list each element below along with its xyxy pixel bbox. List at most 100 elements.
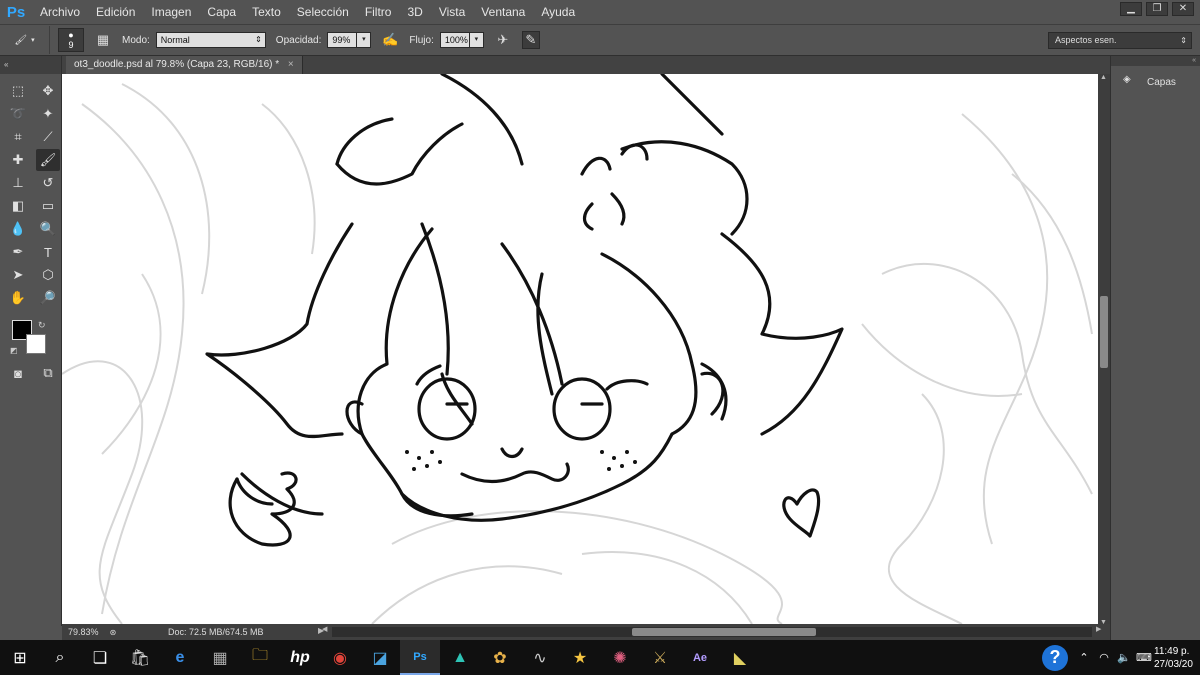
clock[interactable]: 11:49 p. 27/03/20 xyxy=(1154,645,1200,671)
character-lineart xyxy=(205,74,844,547)
layers-panel-button[interactable]: ◈ Capas xyxy=(1111,66,1200,90)
app-pinwheel-icon[interactable]: ✺ xyxy=(600,640,640,675)
toolbox-collapse-icon[interactable]: « xyxy=(0,56,61,74)
document-tab[interactable]: ot3_doodle.psd al 79.8% (Capa 23, RGB/16… xyxy=(66,56,303,74)
path-select-icon[interactable]: ➤ xyxy=(6,264,30,286)
scroll-up-icon[interactable]: ▲ xyxy=(1100,74,1107,81)
toolbox: « ⬚ ✥ ➰ ✦ ⌗ ⟋ ✚ 🖌 ⊥ ↺ ◧ ▭ 💧 🔍 ✒ T ➤ ⬡ ✋ … xyxy=(0,56,62,626)
windows-start-icon[interactable]: ⊞ xyxy=(0,640,40,675)
menu-seleccion[interactable]: Selección xyxy=(289,0,357,24)
minimize-icon[interactable]: ▁ xyxy=(1120,2,1142,16)
menu-ventana[interactable]: Ventana xyxy=(473,0,533,24)
eyedropper-icon[interactable]: ⟋ xyxy=(36,126,60,148)
brush-icon: 🖌 xyxy=(14,34,28,46)
app-teal-icon[interactable]: ▲ xyxy=(440,640,480,675)
crop-tool-icon[interactable]: ⌗ xyxy=(6,126,30,148)
app-blue-icon[interactable]: ◪ xyxy=(360,640,400,675)
calculator-icon[interactable]: ▦ xyxy=(200,640,240,675)
workspace-select[interactable]: Aspectos esen. ⇕ xyxy=(1048,32,1192,49)
canvas[interactable] xyxy=(62,74,1098,624)
close-tab-icon[interactable]: × xyxy=(288,59,294,70)
history-brush-icon[interactable]: ↺ xyxy=(36,172,60,194)
move-tool-icon[interactable]: ✥ xyxy=(36,80,60,102)
app-flower-icon[interactable]: ✿ xyxy=(480,640,520,675)
brush-tool-icon[interactable]: 🖌 xyxy=(36,149,60,171)
zoom-tool-icon[interactable]: 🔎 xyxy=(36,287,60,309)
store-icon[interactable]: 🛍 xyxy=(120,640,160,675)
chrome-icon[interactable]: ◉ xyxy=(320,640,360,675)
brush-panel-icon[interactable]: ▦ xyxy=(94,31,112,49)
brush-size-picker[interactable]: ● 9 xyxy=(58,28,84,52)
pressure-size-icon[interactable]: ✎ xyxy=(521,31,540,49)
zoom-level[interactable]: 79.83% xyxy=(62,627,106,637)
status-bar: 79.83% ⊛ Doc: 72.5 MB/674.5 MB ▶ ◀ ▶ xyxy=(62,624,1110,640)
flow-dropdown[interactable]: ▾ xyxy=(469,32,484,48)
mode-value: Normal xyxy=(160,35,190,45)
default-colors-icon[interactable]: ◩ xyxy=(10,346,18,355)
app-logo: Ps xyxy=(6,3,26,21)
flow-input[interactable]: 100% xyxy=(439,32,470,48)
quick-mask-icon[interactable]: ◙ xyxy=(6,362,30,384)
file-explorer-icon[interactable]: 🗀 xyxy=(240,640,280,675)
type-tool-icon[interactable]: T xyxy=(36,241,60,263)
restore-icon[interactable]: ❐ xyxy=(1146,2,1168,16)
airbrush-icon[interactable]: ✈ xyxy=(494,31,512,49)
opacity-input[interactable]: 99% xyxy=(327,32,358,48)
eraser-tool-icon[interactable]: ◧ xyxy=(6,195,30,217)
horizontal-scroll-thumb[interactable] xyxy=(632,628,816,636)
marquee-tool-icon[interactable]: ⬚ xyxy=(6,80,30,102)
task-view-icon[interactable]: ❏ xyxy=(80,640,120,675)
stamp-tool-icon[interactable]: ⊥ xyxy=(6,172,30,194)
opacity-dropdown[interactable]: ▾ xyxy=(357,32,372,48)
menu-capa[interactable]: Capa xyxy=(199,0,244,24)
hp-icon[interactable]: hp xyxy=(280,640,320,675)
lasso-tool-icon[interactable]: ➰ xyxy=(6,103,30,125)
menu-archivo[interactable]: Archivo xyxy=(32,0,88,24)
magic-wand-icon[interactable]: ✦ xyxy=(36,103,60,125)
blur-tool-icon[interactable]: 💧 xyxy=(6,218,30,240)
dodge-tool-icon[interactable]: 🔍 xyxy=(36,218,60,240)
menu-vista[interactable]: Vista xyxy=(431,0,473,24)
gradient-tool-icon[interactable]: ▭ xyxy=(36,195,60,217)
keyboard-icon[interactable]: ⌨ xyxy=(1134,651,1154,664)
menu-filtro[interactable]: Filtro xyxy=(357,0,400,24)
menu-imagen[interactable]: Imagen xyxy=(143,0,199,24)
shape-tool-icon[interactable]: ⬡ xyxy=(36,264,60,286)
volume-icon[interactable]: 🔈 xyxy=(1114,651,1134,664)
swap-colors-icon[interactable]: ↻ xyxy=(38,320,46,331)
league-icon[interactable]: ⚔ xyxy=(640,640,680,675)
pen-tool-icon[interactable]: ✒ xyxy=(6,241,30,263)
vertical-scroll-thumb[interactable] xyxy=(1100,296,1108,368)
menu-ayuda[interactable]: Ayuda xyxy=(533,0,583,24)
chevron-up-icon[interactable]: ⌃ xyxy=(1074,651,1094,664)
hand-tool-icon[interactable]: ✋ xyxy=(6,287,30,309)
menu-edicion[interactable]: Edición xyxy=(88,0,143,24)
edge-icon[interactable]: e xyxy=(160,640,200,675)
vertical-scrollbar[interactable]: ▲ ▼ xyxy=(1098,74,1110,626)
wifi-icon[interactable]: ◠ xyxy=(1094,651,1114,664)
search-icon[interactable]: ⌕ xyxy=(40,640,80,675)
after-effects-icon[interactable]: Ae xyxy=(680,640,720,675)
horizontal-scrollbar[interactable] xyxy=(332,627,1092,637)
help-icon[interactable]: ? xyxy=(1042,644,1068,671)
screen-mode-icon[interactable]: ⧉ xyxy=(36,362,60,384)
tool-preset-picker[interactable]: 🖌 ▾ xyxy=(0,26,50,54)
app-swirl-icon[interactable]: ∿ xyxy=(520,640,560,675)
system-tray: ? ⌃ ◠ 🔈 ⌨ 11:49 p. 27/03/20 xyxy=(1042,640,1200,675)
app-star-icon[interactable]: ★ xyxy=(560,640,600,675)
panel-collapse-icon[interactable]: « xyxy=(1111,56,1200,66)
pressure-opacity-icon[interactable]: ✍ xyxy=(381,31,399,49)
scroll-left-icon[interactable]: ◀ xyxy=(322,625,327,633)
layers-label: Capas xyxy=(1147,76,1176,88)
workspace-value: Aspectos esen. xyxy=(1055,35,1117,45)
menu-texto[interactable]: Texto xyxy=(244,0,289,24)
photoshop-taskbar-icon[interactable]: Ps xyxy=(400,640,440,675)
menu-3d[interactable]: 3D xyxy=(399,0,430,24)
mode-select[interactable]: Normal ⇕ xyxy=(155,32,266,48)
background-color-swatch[interactable] xyxy=(26,334,46,354)
close-icon[interactable]: ✕ xyxy=(1172,2,1194,16)
healing-brush-icon[interactable]: ✚ xyxy=(6,149,30,171)
scroll-right-icon[interactable]: ▶ xyxy=(1096,625,1101,633)
app-folder-icon[interactable]: ◣ xyxy=(720,640,760,675)
share-icon[interactable]: ⊛ xyxy=(106,628,120,637)
